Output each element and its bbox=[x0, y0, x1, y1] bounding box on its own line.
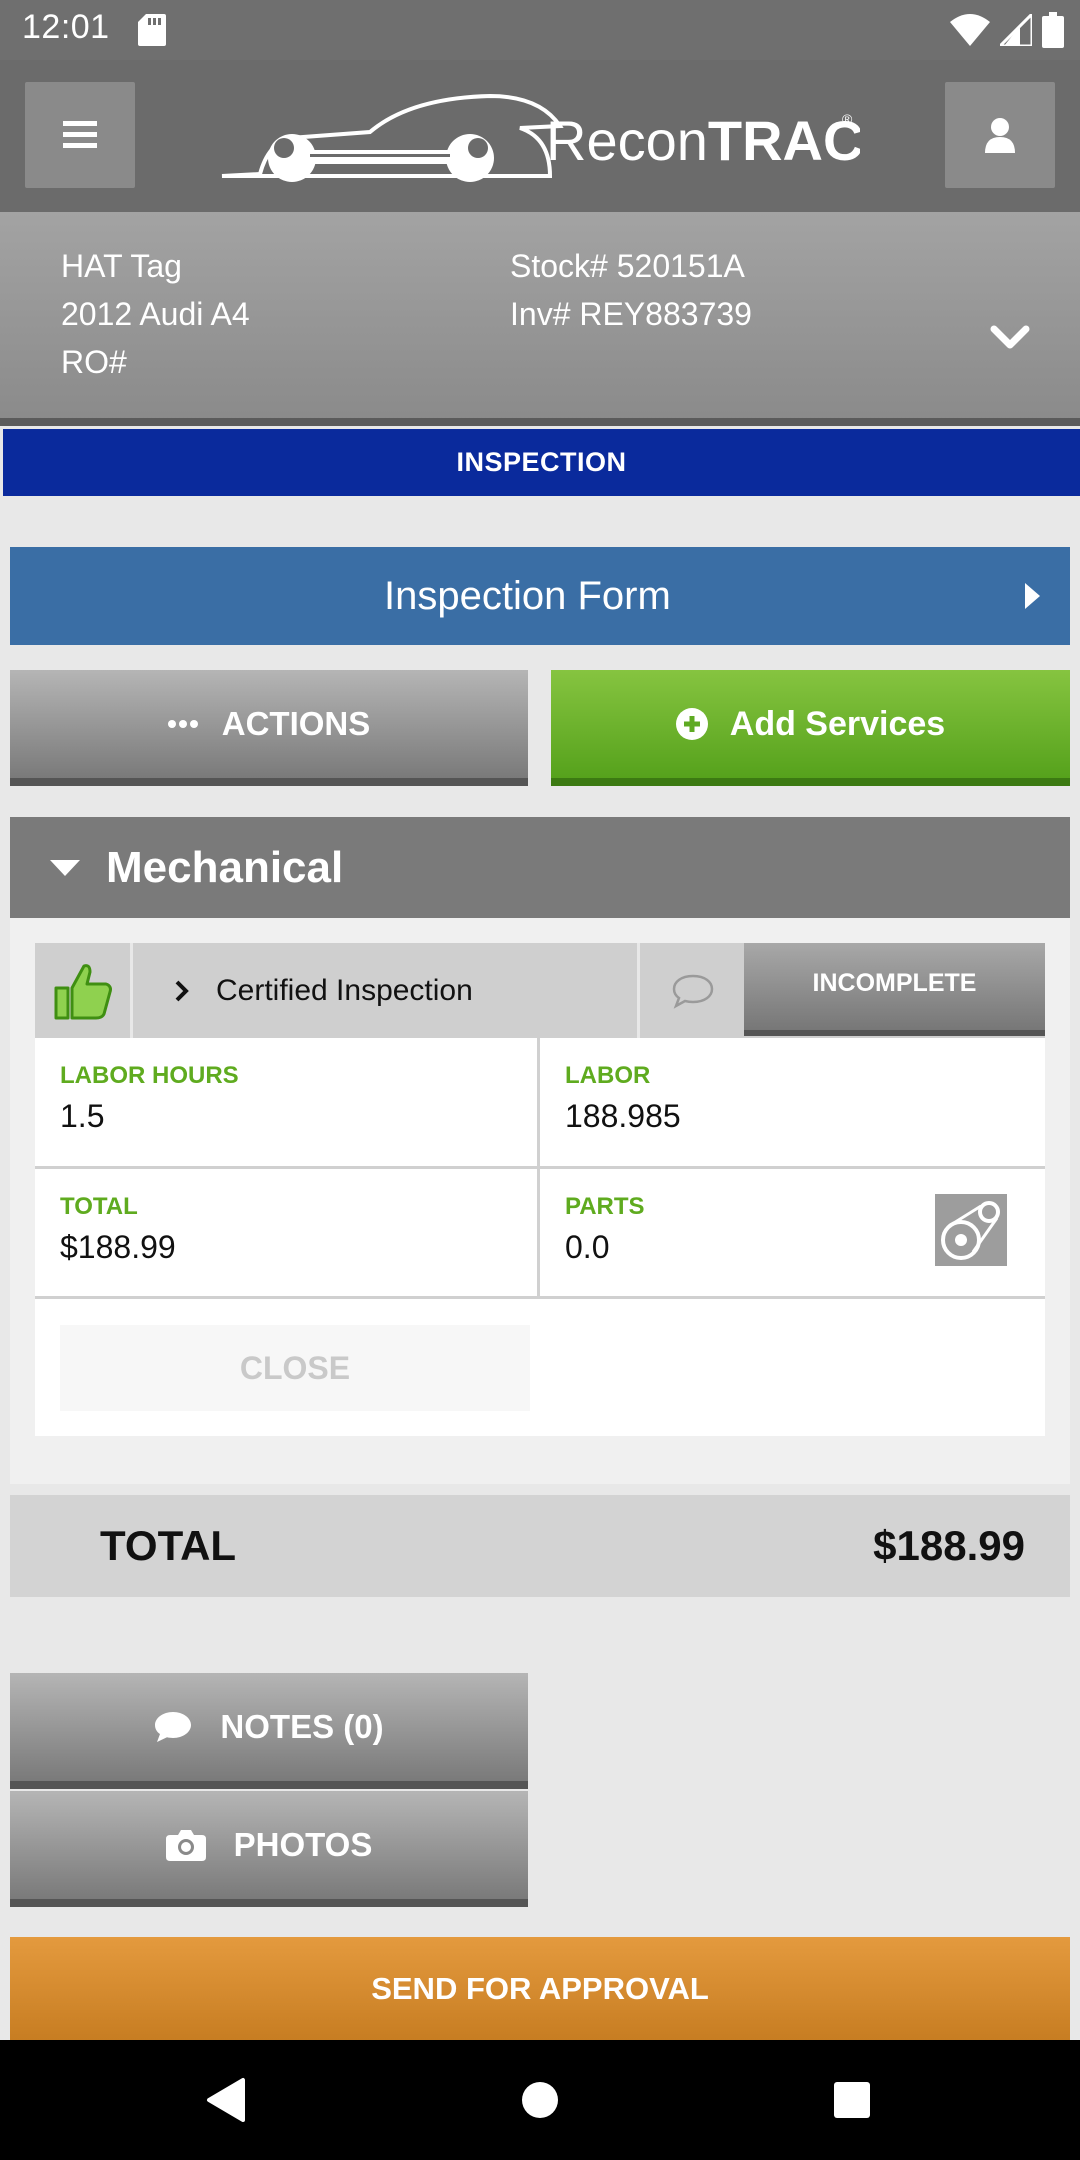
inspection-form-label: Inspection Form bbox=[384, 573, 671, 618]
recontrac-logo: ReconTRAC ® bbox=[221, 93, 860, 182]
close-button[interactable]: CLOSE bbox=[60, 1325, 530, 1411]
svg-text:ReconTRAC: ReconTRAC bbox=[546, 109, 860, 172]
vehicle-stock: Stock# 520151A bbox=[510, 248, 745, 284]
menu-button[interactable] bbox=[25, 82, 135, 188]
total-cell: TOTAL $188.99 bbox=[35, 1169, 537, 1296]
labor-hours-value: 1.5 bbox=[60, 1098, 105, 1134]
vehicle-info-panel: HAT Tag 2012 Audi A4 RO# Stock# 520151A … bbox=[0, 212, 1080, 424]
thumbs-up-icon bbox=[54, 963, 112, 1019]
svg-text:®: ® bbox=[842, 111, 853, 127]
cell-signal-icon bbox=[1000, 14, 1032, 46]
section-title: Mechanical bbox=[106, 842, 344, 892]
approval-label: SEND FOR APPROVAL bbox=[371, 1970, 709, 2006]
add-services-label: Add Services bbox=[729, 704, 946, 743]
status-incomplete-button[interactable]: INCOMPLETE bbox=[744, 943, 1045, 1036]
app-header: ReconTRAC ® bbox=[0, 60, 1080, 212]
labor-cell: LABOR 188.985 bbox=[540, 1038, 1045, 1166]
caret-down-icon bbox=[50, 859, 80, 876]
hamburger-icon bbox=[63, 121, 97, 148]
inspection-form-button[interactable]: Inspection Form bbox=[10, 547, 1070, 645]
photos-label: PHOTOS bbox=[233, 1826, 373, 1863]
service-name: Certified Inspection bbox=[216, 973, 473, 1007]
labor-hours-label: LABOR HOURS bbox=[60, 1062, 239, 1089]
user-profile-button[interactable] bbox=[945, 82, 1055, 188]
panel-divider bbox=[0, 418, 1080, 426]
add-services-button[interactable]: Add Services bbox=[551, 670, 1070, 786]
speech-bubble-icon bbox=[155, 1712, 192, 1742]
system-nav-bar bbox=[0, 2040, 1080, 2160]
photos-button[interactable]: PHOTOS bbox=[10, 1791, 528, 1907]
stage-bar: INSPECTION bbox=[3, 429, 1080, 496]
user-icon bbox=[985, 118, 1015, 153]
vehicle-model: 2012 Audi A4 bbox=[61, 296, 250, 332]
home-icon[interactable] bbox=[508, 2068, 572, 2132]
plus-circle-icon bbox=[675, 708, 708, 740]
send-for-approval-button[interactable]: SEND FOR APPROVAL bbox=[10, 1937, 1070, 2040]
back-icon[interactable] bbox=[193, 2068, 257, 2132]
labor-label: LABOR bbox=[565, 1062, 651, 1089]
comment-button[interactable] bbox=[643, 943, 743, 1038]
camera-icon bbox=[165, 1830, 206, 1861]
status-bar: 12:01 bbox=[0, 0, 1080, 60]
total-summary: TOTAL $188.99 bbox=[10, 1495, 1070, 1597]
labor-hours-cell: LABOR HOURS 1.5 bbox=[35, 1038, 537, 1166]
ellipsis-icon bbox=[167, 720, 198, 728]
actions-label: ACTIONS bbox=[221, 705, 371, 742]
service-total-label: TOTAL bbox=[60, 1193, 138, 1220]
stage-label: INSPECTION bbox=[456, 447, 627, 477]
section-header-mechanical[interactable]: Mechanical bbox=[10, 817, 1070, 918]
chevron-right-icon bbox=[175, 980, 189, 1001]
service-total-value: $188.99 bbox=[60, 1229, 176, 1265]
actions-button[interactable]: ACTIONS bbox=[10, 670, 528, 786]
close-label: CLOSE bbox=[239, 1349, 351, 1386]
status-label: INCOMPLETE bbox=[812, 969, 977, 997]
sd-card-icon bbox=[138, 14, 166, 46]
total-value: $188.99 bbox=[873, 1522, 1025, 1569]
vehicle-ro: RO# bbox=[61, 344, 127, 380]
grid-divider bbox=[35, 1166, 1045, 1169]
parts-gear-icon[interactable] bbox=[935, 1194, 1007, 1266]
vehicle-inv: Inv# REY883739 bbox=[510, 296, 752, 332]
wifi-icon bbox=[950, 14, 990, 46]
status-time: 12:01 bbox=[22, 8, 110, 46]
expand-chevron-down-icon[interactable] bbox=[980, 307, 1040, 367]
total-label: TOTAL bbox=[100, 1522, 237, 1569]
approve-thumb-button[interactable] bbox=[35, 943, 133, 1038]
recents-icon[interactable] bbox=[820, 2068, 884, 2132]
battery-icon bbox=[1042, 12, 1064, 48]
service-name-toggle[interactable]: Certified Inspection bbox=[136, 943, 640, 1038]
notes-label: NOTES (0) bbox=[220, 1708, 384, 1745]
comment-icon bbox=[672, 974, 714, 1009]
status-icons bbox=[950, 10, 1064, 50]
grid-divider bbox=[35, 1296, 1045, 1299]
caret-right-icon bbox=[1025, 583, 1040, 609]
notes-button[interactable]: NOTES (0) bbox=[10, 1673, 528, 1789]
vehicle-tag: HAT Tag bbox=[61, 248, 182, 284]
labor-value: 188.985 bbox=[565, 1098, 681, 1134]
